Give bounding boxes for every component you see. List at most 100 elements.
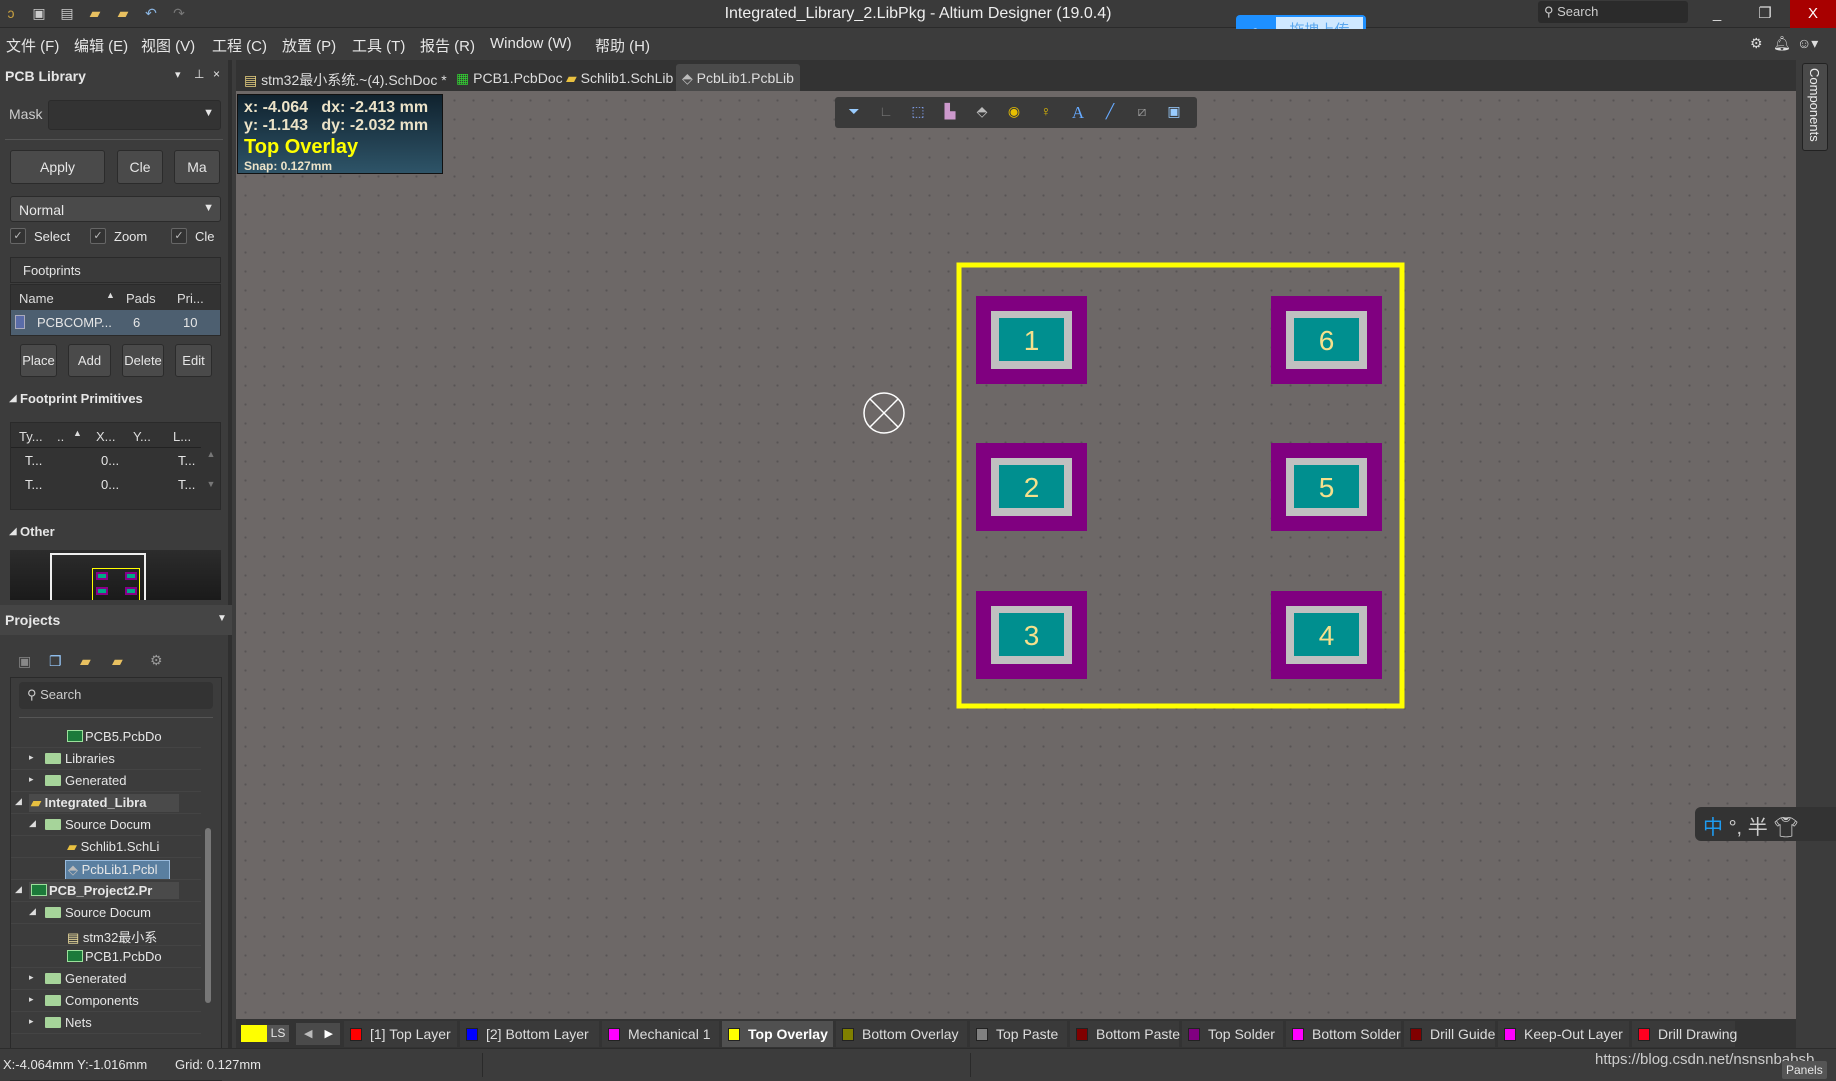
magnify-button[interactable]: Ma [174, 150, 220, 184]
text-icon[interactable]: A [1067, 103, 1089, 123]
minimize-button[interactable]: _ [1694, 0, 1740, 28]
menu-reports[interactable]: 报告 (R) [420, 35, 475, 56]
tree-item[interactable]: PCB5.PcbDo [11, 726, 201, 748]
tree-item[interactable]: ◢ Source Docum [11, 902, 201, 924]
edit-button[interactable]: Edit [175, 344, 212, 377]
expand-toggle-icon[interactable]: ▸ [29, 1016, 34, 1027]
clear-existing-checkbox[interactable]: ✓ [171, 228, 187, 244]
tab-schdoc[interactable]: ▤ stm32最小系统.~(4).SchDoc * [238, 64, 453, 91]
scrollbar[interactable]: ▲ ▼ [203, 449, 219, 507]
mask-input[interactable]: ▼ [48, 100, 221, 130]
col-name[interactable]: .. [57, 429, 64, 444]
filter-icon[interactable]: ⏷ [843, 103, 865, 123]
layer-tab[interactable]: Bottom Overlay [836, 1021, 967, 1047]
pad[interactable]: 6 [1271, 296, 1382, 384]
close-button[interactable]: X [1790, 0, 1836, 28]
menu-file[interactable]: 文件 (F) [6, 35, 59, 56]
tree-item[interactable]: ▸ Components [11, 990, 201, 1012]
clear-button[interactable]: Cle [117, 150, 163, 184]
place-button[interactable]: Place [20, 344, 57, 377]
expand-toggle-icon[interactable]: ◢ [15, 796, 22, 807]
ime-punct[interactable]: °, [1729, 817, 1743, 839]
panel-menu-icon[interactable]: ▼ [217, 613, 227, 624]
global-search-input[interactable]: ⚲ Search [1538, 1, 1688, 23]
menu-help[interactable]: 帮助 (H) [595, 35, 650, 56]
menu-view[interactable]: 视图 (V) [141, 35, 195, 56]
layer-tab[interactable]: Top Overlay [722, 1021, 833, 1047]
layer-tab[interactable]: Mechanical 1 [602, 1021, 719, 1047]
user-account-icon[interactable]: ☺▾ [1797, 35, 1818, 52]
tree-item[interactable]: ▸ Nets [11, 1012, 201, 1034]
panel-menu-icon[interactable]: ▾ [175, 68, 181, 81]
tree-item[interactable]: ▤ stm32最小系 [11, 924, 201, 946]
menu-tools[interactable]: 工具 (T) [352, 35, 405, 56]
tree-item[interactable]: ▸ Generated [11, 770, 201, 792]
layer-tab[interactable]: Drill Guide [1404, 1021, 1495, 1047]
panel-close-icon[interactable]: × [213, 67, 220, 81]
pad[interactable]: 4 [1271, 591, 1382, 679]
add-button[interactable]: Add [68, 344, 111, 377]
menu-place[interactable]: 放置 (P) [282, 35, 336, 56]
expand-toggle-icon[interactable]: ▸ [29, 752, 34, 763]
layer-tab[interactable]: Drill Drawing [1632, 1021, 1737, 1047]
expand-toggle-icon[interactable]: ▸ [29, 994, 34, 1005]
expand-toggle-icon[interactable]: ◢ [29, 818, 36, 829]
layer-set-button[interactable]: LS [267, 1025, 289, 1042]
gear-icon[interactable]: ⚙ [150, 652, 163, 669]
tree-item[interactable]: ◢ PCB_Project2.Pr [11, 880, 201, 902]
col-pads[interactable]: Pads [126, 291, 156, 306]
notification-bell-icon[interactable]: 🔔︎ [1773, 35, 1791, 52]
layer-tab[interactable]: Keep-Out Layer [1498, 1021, 1629, 1047]
pad[interactable]: 3 [976, 591, 1087, 679]
line-icon[interactable]: ╱ [1099, 103, 1121, 123]
select-rect-icon[interactable]: ⬚ [907, 103, 929, 123]
layer-tab[interactable]: Top Solder [1182, 1021, 1283, 1047]
menu-project[interactable]: 工程 (C) [212, 35, 267, 56]
layer-tab[interactable]: Top Paste [970, 1021, 1067, 1047]
ime-lang[interactable]: 中 [1703, 817, 1723, 839]
collapse-icon[interactable]: ◢ [9, 526, 17, 537]
ime-width[interactable]: 半 [1748, 817, 1768, 839]
region-icon[interactable]: ▣ [1163, 103, 1185, 123]
pin-icon[interactable]: ⊥ [194, 67, 204, 81]
expand-toggle-icon[interactable]: ▸ [29, 972, 34, 983]
folder-search-icon[interactable]: ▰ [80, 653, 91, 670]
restore-button[interactable]: ❐ [1742, 0, 1788, 28]
col-primitives[interactable]: Pri... [177, 291, 204, 306]
tree-item[interactable]: ⬘ PcbLib1.Pcbl [11, 858, 201, 880]
col-layer[interactable]: L... [173, 429, 191, 444]
scrollbar[interactable] [205, 828, 211, 1003]
panels-button[interactable]: Panels [1782, 1061, 1827, 1079]
tab-pcbdoc[interactable]: ▦ PCB1.PcbDoc [450, 64, 569, 91]
table-row[interactable]: T... 0... T... [11, 451, 201, 475]
tree-item[interactable]: ▸ Generated [11, 968, 201, 990]
skin-shirt-icon[interactable]: 👕︎ [1773, 817, 1798, 839]
tab-schlib[interactable]: ▰ Schlib1.SchLib [560, 64, 679, 91]
layer-tab[interactable]: [2] Bottom Layer [460, 1021, 599, 1047]
tab-pcblib[interactable]: ⬘ PcbLib1.PcbLib [676, 64, 800, 91]
pad[interactable]: 1 [976, 296, 1087, 384]
via-icon[interactable]: ♀ [1035, 103, 1057, 123]
tree-item[interactable]: PCB1.PcbDo [11, 946, 201, 968]
layer-scroll-buttons[interactable]: ◀ ▶ [296, 1023, 340, 1045]
apply-button[interactable]: Apply [10, 150, 105, 184]
pcb-canvas[interactable]: 1 2 3 4 5 6 [236, 91, 1796, 1019]
expand-toggle-icon[interactable]: ▸ [29, 774, 34, 785]
layer-tab[interactable]: Bottom Paste [1070, 1021, 1180, 1047]
current-layer-swatch[interactable] [241, 1025, 267, 1042]
chevron-right-icon[interactable]: ▶ [324, 1028, 332, 1040]
delete-button[interactable]: Delete [122, 344, 164, 377]
collapse-icon[interactable]: ◢ [9, 393, 17, 404]
expand-toggle-icon[interactable]: ◢ [29, 906, 36, 917]
col-type[interactable]: Ty... [19, 429, 43, 444]
pad[interactable]: 5 [1271, 443, 1382, 531]
table-row[interactable]: T... 0... T... [11, 475, 201, 499]
select-checkbox[interactable]: ✓ [10, 228, 26, 244]
components-panel-tab[interactable]: Components [1802, 63, 1828, 151]
mode-select[interactable]: Normal ▼ [10, 196, 221, 222]
tree-item[interactable]: ▸ Libraries [11, 748, 201, 770]
col-x[interactable]: X... [96, 429, 116, 444]
col-y[interactable]: Y... [133, 429, 151, 444]
menu-window[interactable]: Window (W) [490, 35, 572, 52]
settings-icon[interactable]: ⚙ [1750, 35, 1763, 52]
